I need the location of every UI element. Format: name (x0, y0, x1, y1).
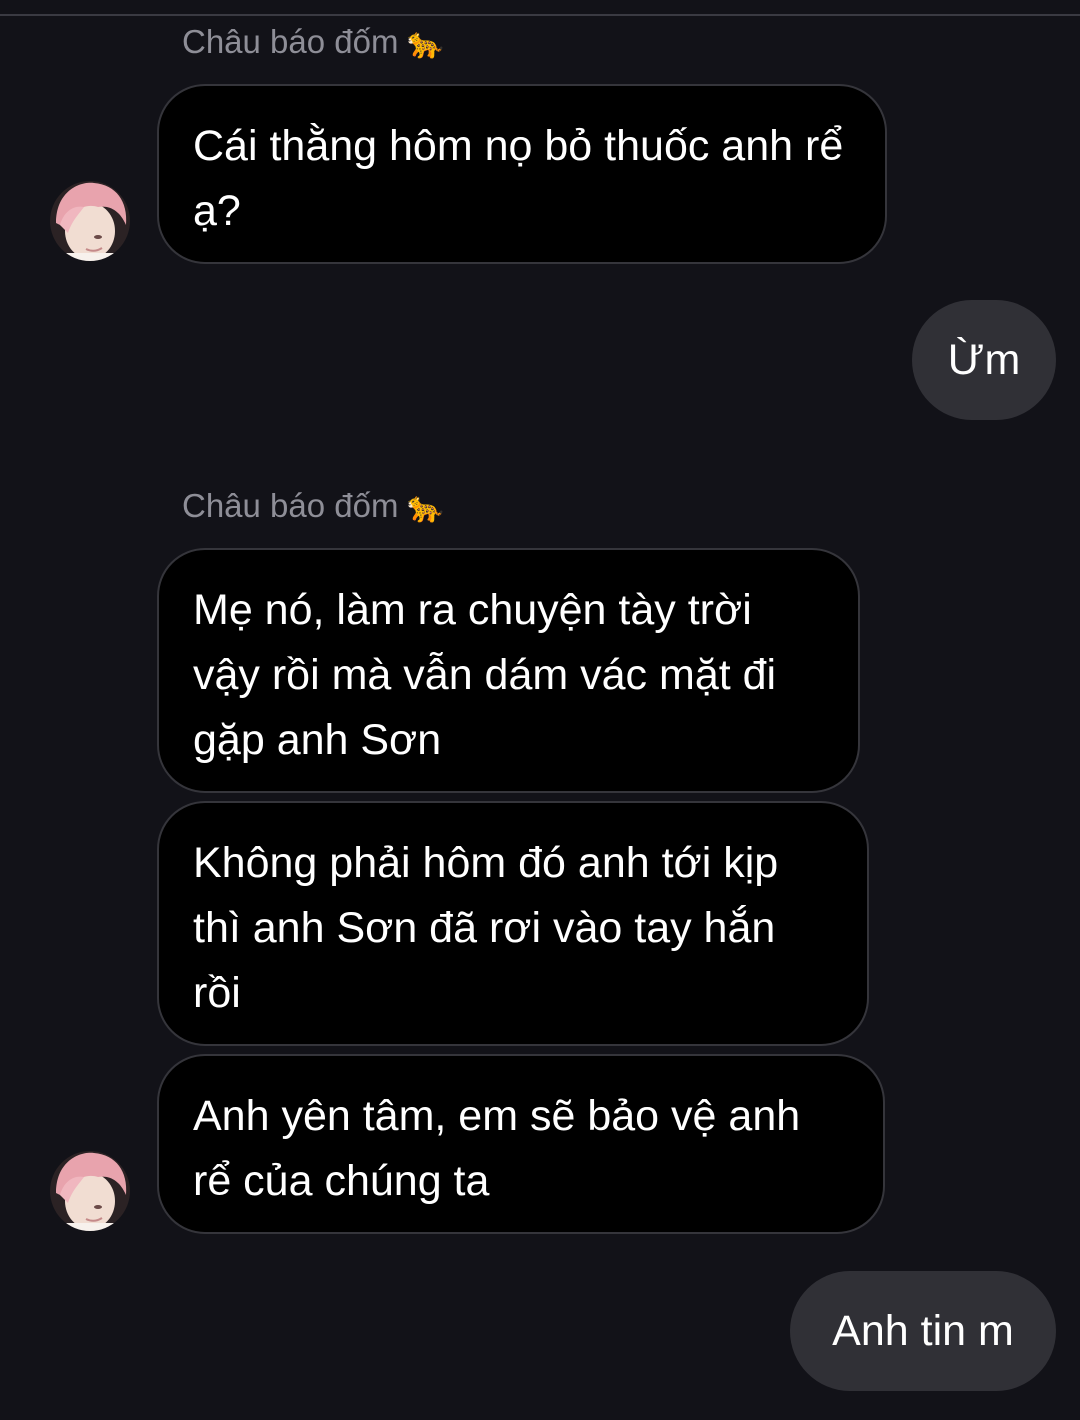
message-bubble-incoming[interactable]: Mẹ nó, làm ra chuyện tày trời vậy rồi mà… (157, 548, 860, 793)
message-text: Không phải hôm đó anh tới kịp thì anh Sơ… (193, 839, 779, 1017)
message-text: Anh yên tâm, em sẽ bảo vệ anh rể của chú… (193, 1092, 801, 1205)
avatar-image-icon (50, 181, 130, 261)
leopard-emoji-icon: 🐆 (406, 27, 444, 61)
message-bubble-incoming[interactable]: Anh yên tâm, em sẽ bảo vệ anh rể của chú… (157, 1054, 885, 1234)
message-text: Cái thằng hôm nọ bỏ thuốc anh rể ạ? (193, 122, 844, 235)
message-bubble-outgoing[interactable]: Anh tin m (790, 1271, 1056, 1391)
message-text: Mẹ nó, làm ra chuyện tày trời vậy rồi mà… (193, 586, 777, 764)
contact-avatar[interactable] (50, 1151, 130, 1231)
message-bubble-incoming[interactable]: Không phải hôm đó anh tới kịp thì anh Sơ… (157, 801, 869, 1046)
sender-name-text: Châu báo đốm (182, 23, 399, 60)
leopard-emoji-icon: 🐆 (406, 491, 444, 525)
sender-name-text: Châu báo đốm (182, 487, 399, 524)
contact-avatar[interactable] (50, 181, 130, 261)
sender-name: Châu báo đốm 🐆 (182, 486, 444, 528)
sender-name: Châu báo đốm 🐆 (182, 22, 444, 64)
message-bubble-incoming[interactable]: Cái thằng hôm nọ bỏ thuốc anh rể ạ? (157, 84, 887, 264)
avatar-image-icon (50, 1151, 130, 1231)
message-text: Ừm (947, 335, 1021, 384)
top-divider (0, 14, 1080, 16)
message-bubble-outgoing[interactable]: Ừm (912, 300, 1056, 420)
message-text: Anh tin m (832, 1306, 1014, 1355)
